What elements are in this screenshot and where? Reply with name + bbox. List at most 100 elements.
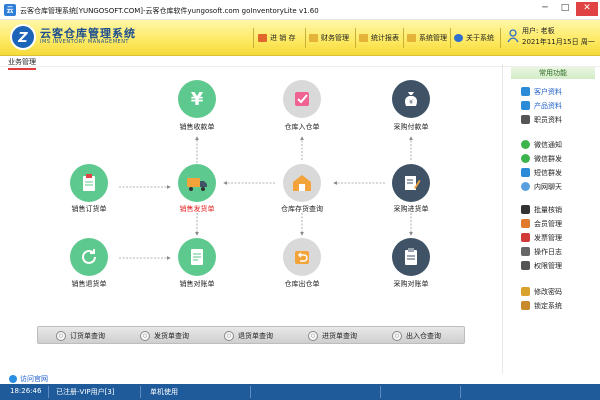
purchase-query-button[interactable]: ○ 进货单查询 [308,330,357,342]
return-box-icon [295,251,309,264]
sales-receipt-node[interactable]: ¥ [178,80,216,118]
sidebar-item-label: 短信群发 [534,168,562,177]
stock-out-node[interactable] [283,238,321,276]
delivery-query-button[interactable]: ○ 发货单查询 [140,330,189,342]
sales-delivery-node[interactable] [178,164,216,202]
wechat-icon [521,154,530,163]
sales-receipt-label[interactable]: 销售收款单 [162,122,232,132]
help-icon [454,34,463,42]
nav-divider [355,28,356,48]
refresh-icon [82,249,96,264]
status-registration: 已注册-VIP用户[3] [56,388,115,396]
svg-text:¥: ¥ [409,99,413,106]
inventory-query-label[interactable]: 仓库存货查询 [267,204,337,214]
search-icon: ○ [140,331,150,341]
sidebar-item-sms-broadcast[interactable]: 短信群发 [521,167,562,178]
order-query-button[interactable]: ○ 订货单查询 [56,330,105,342]
edit-document-icon [405,176,421,190]
nav-item-reports[interactable]: 统计报表 [359,31,399,45]
wechat-icon [521,140,530,149]
close-button[interactable]: ✕ [576,2,598,16]
sidebar-item-members[interactable]: 会员管理 [521,218,562,229]
purchase-reconcile-label[interactable]: 采购对账单 [376,279,446,289]
sales-delivery-label[interactable]: 销售发货单 [162,204,232,214]
tab-business-management[interactable]: 业务管理 [8,57,36,70]
search-icon: ○ [392,331,402,341]
sidebar-item-label: 内网聊天 [534,182,562,191]
purchase-reconcile-node[interactable] [392,238,430,276]
inventory-query-node[interactable] [283,164,321,202]
sales-return-label[interactable]: 销售退货单 [54,279,124,289]
nav-divider [450,28,451,48]
sidebar-item-intranet-chat[interactable]: 内网聊天 [521,181,562,192]
sales-return-node[interactable] [70,238,108,276]
grid-icon [258,34,267,42]
checklist-icon [295,92,309,106]
sidebar-item-products[interactable]: 产品资料 [521,100,562,111]
stock-io-query-label: 出入仓查询 [406,332,441,340]
nav-item-about[interactable]: 关于系统 [454,31,494,45]
sidebar-item-label: 微信通知 [534,140,562,149]
chat-icon [521,182,530,191]
invoice-icon [521,233,530,242]
nav-divider [305,28,306,48]
stock-in-label[interactable]: 仓库入仓单 [267,122,337,132]
sidebar-item-change-password[interactable]: 修改密码 [521,286,562,297]
sales-reconcile-node[interactable] [178,238,216,276]
search-icon: ○ [224,331,234,341]
nav-divider [403,28,404,48]
folder-icon [359,34,368,42]
nav-divider [253,28,254,48]
return-query-label: 退货单查询 [238,332,273,340]
nav-item-inventory[interactable]: 进 销 存 [258,31,295,45]
purchase-receipt-label[interactable]: 采购进货单 [376,204,446,214]
folder-icon [407,34,416,42]
stock-io-query-button[interactable]: ○ 出入仓查询 [392,330,441,342]
sidebar-header: 常用功能 [511,67,595,79]
sidebar-item-operation-log[interactable]: 操作日志 [521,246,562,257]
purchase-receipt-node[interactable] [392,164,430,202]
sidebar-item-wechat-notify[interactable]: 微信通知 [521,139,562,150]
staff-icon [521,115,530,124]
nav-label: 进 销 存 [270,34,296,42]
stock-in-node[interactable] [283,80,321,118]
purchase-payment-node[interactable]: ¥ [392,80,430,118]
sidebar-item-batch-writeoff[interactable]: 批量核销 [521,204,562,215]
sidebar-item-permissions[interactable]: 权限管理 [521,260,562,271]
sidebar-item-customers[interactable]: 客户资料 [521,86,562,97]
app-icon: 云 [4,4,16,16]
products-icon [521,101,530,110]
nav-label: 关于系统 [466,34,494,42]
logo-icon: Z [10,24,36,50]
nav-item-finance[interactable]: 财务管理 [309,31,349,45]
sidebar-item-label: 客户资料 [534,87,562,96]
sales-reconcile-label[interactable]: 销售对账单 [162,279,232,289]
member-icon [521,219,530,228]
status-bar: 18:26:46 已注册-VIP用户[3] 单机使用 [0,384,600,400]
minimize-button[interactable]: ─ [536,2,554,16]
stock-out-label[interactable]: 仓库出仓单 [267,279,337,289]
current-date: 2021年11月15日 周一 [522,38,595,46]
sidebar-item-label: 批量核销 [534,205,562,214]
sidebar-item-lock-system[interactable]: 锁定系统 [521,300,562,311]
clipboard-icon [405,248,417,265]
return-query-button[interactable]: ○ 退货单查询 [224,330,273,342]
sales-order-label[interactable]: 销售订货单 [54,204,124,214]
sidebar-item-wechat-broadcast[interactable]: 微信群发 [521,153,562,164]
status-mode: 单机使用 [150,388,178,396]
nav-item-system[interactable]: 系统管理 [407,31,447,45]
document-icon [191,249,203,265]
purchase-query-label: 进货单查询 [322,332,357,340]
sidebar-item-staff[interactable]: 职员资料 [521,114,562,125]
purchase-payment-label[interactable]: 采购付款单 [376,122,446,132]
status-divider [250,386,251,398]
status-divider [140,386,141,398]
permission-icon [521,261,530,270]
sales-order-node[interactable] [70,164,108,202]
maximize-button[interactable]: □ [556,2,574,16]
order-query-label: 订货单查询 [70,332,105,340]
key-icon [521,287,530,296]
visit-website-link[interactable]: 访问官网 [9,374,48,384]
sidebar-item-label: 职员资料 [534,115,562,124]
sidebar-item-invoices[interactable]: 发票管理 [521,232,562,243]
